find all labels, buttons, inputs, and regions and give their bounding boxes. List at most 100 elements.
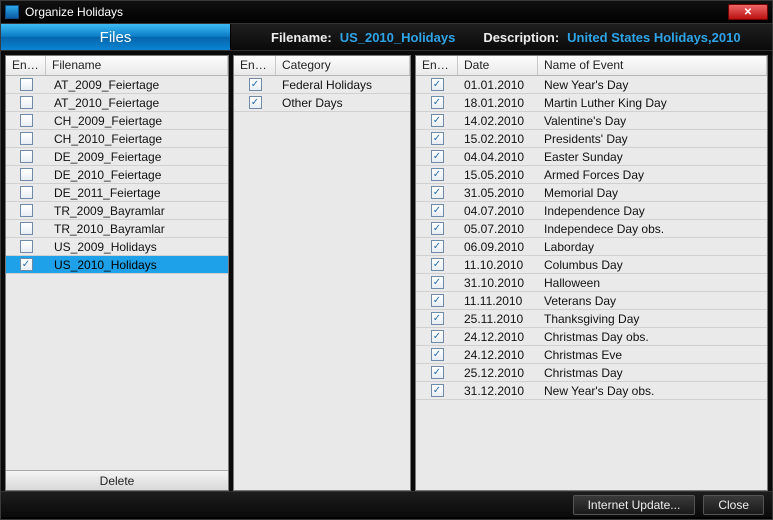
tab-files[interactable]: Files — [1, 24, 231, 50]
checkbox[interactable] — [20, 204, 33, 217]
checkbox[interactable]: ✓ — [431, 132, 444, 145]
event-row[interactable]: ✓25.11.2010Thanksgiving Day — [416, 310, 767, 328]
file-row[interactable]: TR_2010_Bayramlar — [6, 220, 228, 238]
event-row[interactable]: ✓11.10.2010Columbus Day — [416, 256, 767, 274]
checkbox[interactable] — [20, 78, 33, 91]
checkbox[interactable]: ✓ — [431, 96, 444, 109]
col-date[interactable]: Date — [458, 56, 538, 75]
file-row[interactable]: DE_2010_Feiertage — [6, 166, 228, 184]
enabled-cell: ✓ — [416, 276, 458, 289]
checkbox[interactable] — [20, 222, 33, 235]
filename-value: US_2010_Holidays — [340, 30, 456, 45]
categories-rows: ✓Federal Holidays✓Other Days — [234, 76, 410, 490]
checkbox[interactable]: ✓ — [431, 78, 444, 91]
checkbox[interactable] — [20, 168, 33, 181]
enabled-cell: ✓ — [416, 240, 458, 253]
event-name-cell: Martin Luther King Day — [538, 96, 767, 110]
event-row[interactable]: ✓25.12.2010Christmas Day — [416, 364, 767, 382]
checkbox[interactable]: ✓ — [431, 294, 444, 307]
event-row[interactable]: ✓11.11.2010Veterans Day — [416, 292, 767, 310]
event-row[interactable]: ✓31.10.2010Halloween — [416, 274, 767, 292]
files-header: Enab... Filename — [6, 56, 228, 76]
checkbox[interactable] — [20, 186, 33, 199]
checkbox[interactable]: ✓ — [431, 150, 444, 163]
checkbox[interactable]: ✓ — [20, 258, 33, 271]
date-cell: 15.05.2010 — [458, 168, 538, 182]
checkbox[interactable]: ✓ — [431, 312, 444, 325]
file-row[interactable]: AT_2010_Feiertage — [6, 94, 228, 112]
internet-update-button[interactable]: Internet Update... — [573, 495, 696, 515]
filename-cell: CH_2009_Feiertage — [46, 114, 228, 128]
checkbox[interactable] — [20, 150, 33, 163]
checkbox[interactable]: ✓ — [431, 366, 444, 379]
checkbox[interactable] — [20, 240, 33, 253]
event-row[interactable]: ✓31.05.2010Memorial Day — [416, 184, 767, 202]
file-row[interactable]: US_2009_Holidays — [6, 238, 228, 256]
date-cell: 04.04.2010 — [458, 150, 538, 164]
file-row[interactable]: TR_2009_Bayramlar — [6, 202, 228, 220]
event-name-cell: Presidents' Day — [538, 132, 767, 146]
checkbox[interactable]: ✓ — [431, 240, 444, 253]
event-row[interactable]: ✓15.02.2010Presidents' Day — [416, 130, 767, 148]
checkbox[interactable]: ✓ — [431, 204, 444, 217]
checkbox[interactable]: ✓ — [431, 330, 444, 343]
date-cell: 14.02.2010 — [458, 114, 538, 128]
checkbox[interactable]: ✓ — [431, 276, 444, 289]
checkbox[interactable]: ✓ — [431, 258, 444, 271]
checkbox[interactable]: ✓ — [249, 78, 262, 91]
checkbox[interactable]: ✓ — [431, 168, 444, 181]
file-row[interactable]: DE_2009_Feiertage — [6, 148, 228, 166]
close-icon: ✕ — [744, 7, 752, 18]
checkbox[interactable]: ✓ — [431, 384, 444, 397]
file-row[interactable]: CH_2010_Feiertage — [6, 130, 228, 148]
delete-button[interactable]: Delete — [6, 470, 228, 490]
event-row[interactable]: ✓05.07.2010Independece Day obs. — [416, 220, 767, 238]
event-row[interactable]: ✓ 04.04.2010Easter Sunday — [416, 148, 767, 166]
checkbox[interactable] — [20, 96, 33, 109]
col-filename[interactable]: Filename — [46, 56, 228, 75]
file-row[interactable]: ✓US_2010_Holidays — [6, 256, 228, 274]
col-enabled[interactable]: Enab... — [6, 56, 46, 75]
event-row[interactable]: ✓01.01.2010New Year's Day — [416, 76, 767, 94]
filename-cell: DE_2010_Feiertage — [46, 168, 228, 182]
checkbox[interactable] — [20, 132, 33, 145]
description-label: Description: — [483, 30, 559, 45]
category-row[interactable]: ✓Other Days — [234, 94, 410, 112]
checkbox[interactable]: ✓ — [431, 222, 444, 235]
event-row[interactable]: ✓06.09.2010Laborday — [416, 238, 767, 256]
file-row[interactable]: DE_2011_Feiertage — [6, 184, 228, 202]
event-row[interactable]: ✓24.12.2010Christmas Day obs. — [416, 328, 767, 346]
date-cell: 25.11.2010 — [458, 312, 538, 326]
event-row[interactable]: ✓31.12.2010New Year's Day obs. — [416, 382, 767, 400]
event-row[interactable]: ✓15.05.2010Armed Forces Day — [416, 166, 767, 184]
events-header: Enab... Date Name of Event — [416, 56, 767, 76]
checkbox[interactable]: ✓ — [249, 96, 262, 109]
checkbox[interactable]: ✓ — [431, 114, 444, 127]
category-row[interactable]: ✓Federal Holidays — [234, 76, 410, 94]
event-row[interactable]: ✓04.07.2010Independence Day — [416, 202, 767, 220]
file-row[interactable]: AT_2009_Feiertage — [6, 76, 228, 94]
file-row[interactable]: CH_2009_Feiertage — [6, 112, 228, 130]
checkbox[interactable]: ✓ — [431, 186, 444, 199]
date-cell: 06.09.2010 — [458, 240, 538, 254]
enabled-cell: ✓ — [416, 330, 458, 343]
col-category[interactable]: Category — [276, 56, 410, 75]
event-name-cell: Easter Sunday — [538, 150, 767, 164]
col-event-name[interactable]: Name of Event — [538, 56, 767, 75]
window-close-button[interactable]: ✕ — [728, 4, 768, 20]
close-button[interactable]: Close — [703, 495, 764, 515]
header-strip: Files Filename: US_2010_Holidays Descrip… — [1, 23, 772, 51]
enabled-cell — [6, 168, 46, 181]
filename-cell: AT_2010_Feiertage — [46, 96, 228, 110]
enabled-cell — [6, 240, 46, 253]
date-cell: 24.12.2010 — [458, 330, 538, 344]
event-row[interactable]: ✓18.01.2010Martin Luther King Day — [416, 94, 767, 112]
checkbox[interactable] — [20, 114, 33, 127]
checkbox[interactable]: ✓ — [431, 348, 444, 361]
col-enabled[interactable]: Enab... — [234, 56, 276, 75]
date-cell: 05.07.2010 — [458, 222, 538, 236]
event-row[interactable]: ✓14.02.2010Valentine's Day — [416, 112, 767, 130]
event-row[interactable]: ✓24.12.2010Christmas Eve — [416, 346, 767, 364]
enabled-cell — [6, 204, 46, 217]
col-enabled[interactable]: Enab... — [416, 56, 458, 75]
